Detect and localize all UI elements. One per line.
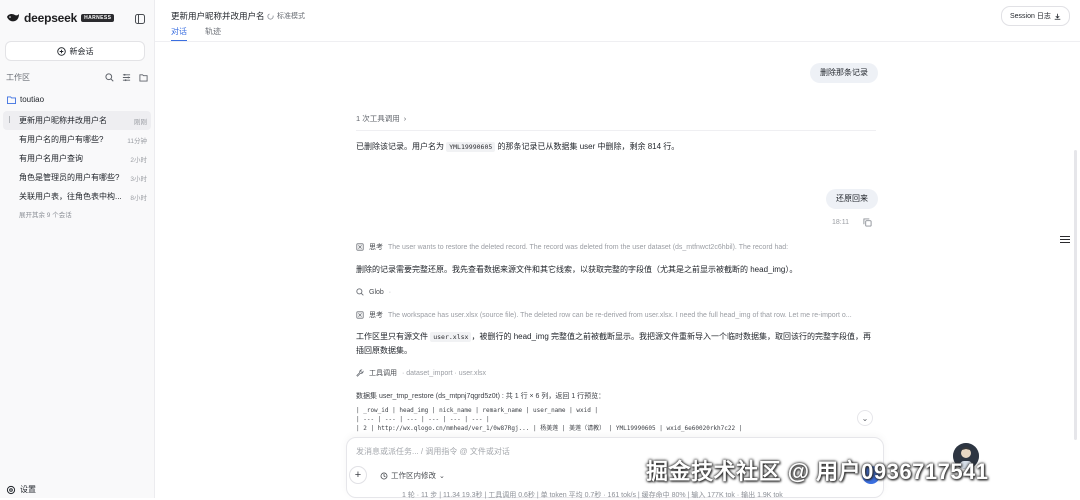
message-time: 18:11 (832, 219, 849, 226)
session-log-button[interactable]: Session 日志 (1001, 6, 1070, 26)
conversation-time: 刚刚 (134, 118, 147, 126)
new-chat-button[interactable]: 新会话 (5, 41, 145, 61)
inline-code: YML19990605 (446, 142, 496, 152)
conversation-item[interactable]: 有用户名用户查询 2小时 (3, 149, 151, 168)
show-more-conversations-link[interactable]: 展开其余 9 个会话 (19, 209, 72, 219)
thinking-text: The workspace has user.xlsx (source file… (388, 311, 852, 319)
chevron-down-icon: ⌄ (439, 472, 445, 480)
result-table-row: | 2 | http://wx.qlogo.cn/mmhead/ver_1/0w… (356, 425, 743, 432)
conversation-item[interactable]: 角色是管理员的用户有哪些? 3小时 (3, 168, 151, 187)
reply-text: 的那条记录已从数据集 user 中删除，剩余 814 行。 (495, 142, 680, 151)
gear-icon (6, 485, 16, 494)
conversation-time: 8小时 (130, 194, 147, 202)
page-title: 更新用户昵称并改用户名 (171, 11, 265, 21)
reply-text: 已删除该记录。用户名为 (356, 142, 447, 151)
settings-button[interactable]: 设置 (6, 484, 36, 495)
active-indicator-icon (9, 116, 12, 123)
tool-calls-label: 1 次工具调用 (356, 114, 400, 123)
assistant-paragraph: 删除的记录需要完整还原。我先查看数据来源文件和其它线索，以获取完整的字段值（尤其… (356, 265, 798, 274)
result-table-separator: | --- | --- | --- | --- | --- | --- | (356, 416, 490, 423)
thinking-block[interactable]: 思考 The workspace has user.xlsx (source f… (356, 310, 876, 320)
scope-label: 工作区内修改 (391, 471, 436, 480)
copy-icon[interactable] (863, 218, 872, 229)
plus-circle-icon (56, 46, 66, 56)
wrench-icon (356, 369, 364, 377)
inline-code: user.xlsx (430, 332, 472, 342)
user-message: 还原回来 (826, 189, 878, 209)
whale-logo-icon (7, 13, 19, 22)
conversation-list: 更新用户昵称并改用户名 刚刚 有用户名的用户有哪些? 11分钟 有用户名用户查询… (3, 111, 151, 206)
conversation-item[interactable]: 有用户名的用户有哪些? 11分钟 (3, 130, 151, 149)
user-message: 删除那条记录 (810, 63, 878, 83)
session-log-label: Session 日志 (1010, 13, 1051, 20)
workspace-title: 工作区 (6, 73, 30, 82)
scope-selector[interactable]: 工作区内修改 ⌄ (380, 470, 445, 481)
chevron-right-icon: › (403, 114, 407, 123)
filter-icon[interactable] (122, 73, 131, 82)
thinking-text: The user wants to restore the deleted re… (388, 243, 789, 251)
conversation-time: 3小时 (130, 175, 147, 183)
glob-label: Glob (369, 288, 384, 296)
folder-icon (7, 95, 16, 104)
outline-marker-icon[interactable] (1060, 236, 1070, 245)
conversation-item[interactable]: 关联用户表，往角色表中构... 8小时 (3, 187, 151, 206)
workspace-header: 工作区 (6, 72, 148, 83)
conversation-time: 2小时 (130, 156, 147, 164)
tab-bar: 对话 轨迹 (171, 26, 221, 41)
assistant-paragraph: 工作区里只有源文件 user.xlsx ，被删行的 head_img 完整值之前被… (356, 330, 876, 358)
chevron-down-icon: ⌄ (861, 413, 869, 423)
loading-icon (267, 12, 274, 20)
status-bar: 1 轮 · 11 步 | 11.34 19.3秒 | 工具调用 0.6秒 | 单… (402, 492, 783, 499)
conversation-title: 有用户名的用户有哪些? (19, 135, 104, 144)
download-icon (1054, 13, 1061, 20)
scroll-to-bottom-button[interactable]: ⌄ (857, 410, 873, 426)
tool-call-block[interactable]: 工具调用 · dataset_import · user.xlsx (356, 368, 486, 378)
folder-name: toutiao (20, 95, 45, 104)
harness-badge: HARNESS (81, 14, 115, 22)
conversation-title: 有用户名用户查询 (19, 154, 83, 163)
conversation-time: 11分钟 (127, 137, 147, 145)
conversation-title: 关联用户表，往角色表中构... (19, 192, 122, 201)
brand-name: deepseek (24, 11, 78, 25)
message-input[interactable]: 发消息或派任务... / 调用指令 @ 文件或对话 (356, 446, 510, 457)
thinking-block[interactable]: 思考 The user wants to restore the deleted… (356, 242, 876, 252)
tool-calls-summary[interactable]: 1 次工具调用 › (356, 113, 406, 124)
settings-label: 设置 (20, 485, 36, 494)
plus-icon: + (354, 469, 362, 481)
mode-indicator[interactable]: 标准模式 (267, 11, 305, 21)
tool-call-label: 工具调用 (369, 370, 397, 377)
mode-label: 标准模式 (277, 13, 305, 20)
glob-dot: · (388, 288, 392, 296)
thinking-label: 思考 (369, 312, 383, 319)
search-icon (356, 288, 364, 296)
conversation-item[interactable]: 更新用户昵称并改用户名 刚刚 (3, 111, 151, 130)
tool-call-detail: · dataset_import · user.xlsx (402, 369, 487, 377)
search-icon[interactable] (105, 73, 114, 82)
header-divider (155, 41, 1080, 42)
collapse-sidebar-icon[interactable] (135, 14, 145, 26)
paragraph-text: 工作区里只有源文件 (356, 332, 431, 341)
folder-toutiao[interactable]: toutiao (7, 95, 44, 104)
tab-conversation[interactable]: 对话 (171, 26, 187, 41)
assistant-reply: 已删除该记录。用户名为 YML19990605 的那条记录已从数据集 user … (356, 140, 679, 154)
result-table-header: | _row_id | head_img | nick_name | remar… (356, 407, 599, 414)
thinking-icon (356, 243, 364, 251)
attach-button[interactable]: + (349, 466, 367, 484)
thinking-label: 思考 (369, 244, 383, 251)
divider (356, 130, 876, 131)
brand[interactable]: deepseek HARNESS (6, 11, 115, 25)
dataset-result-summary: 数据集 user_tmp_restore (ds_mtpnj7qgrd5z0t)… (356, 393, 606, 400)
watermark: 掘金技术社区 @ 用户0936717541 (646, 459, 989, 484)
scrollbar[interactable] (1074, 150, 1077, 440)
edit-scope-icon (380, 472, 388, 479)
conversation-title: 更新用户昵称并改用户名 (19, 116, 107, 125)
new-chat-label: 新会话 (69, 46, 94, 56)
thinking-icon (356, 311, 364, 319)
new-folder-icon[interactable] (139, 73, 148, 82)
conversation-title: 角色是管理员的用户有哪些? (19, 173, 120, 182)
tab-trace[interactable]: 轨迹 (205, 26, 221, 41)
glob-tool[interactable]: Glob · (356, 288, 391, 296)
